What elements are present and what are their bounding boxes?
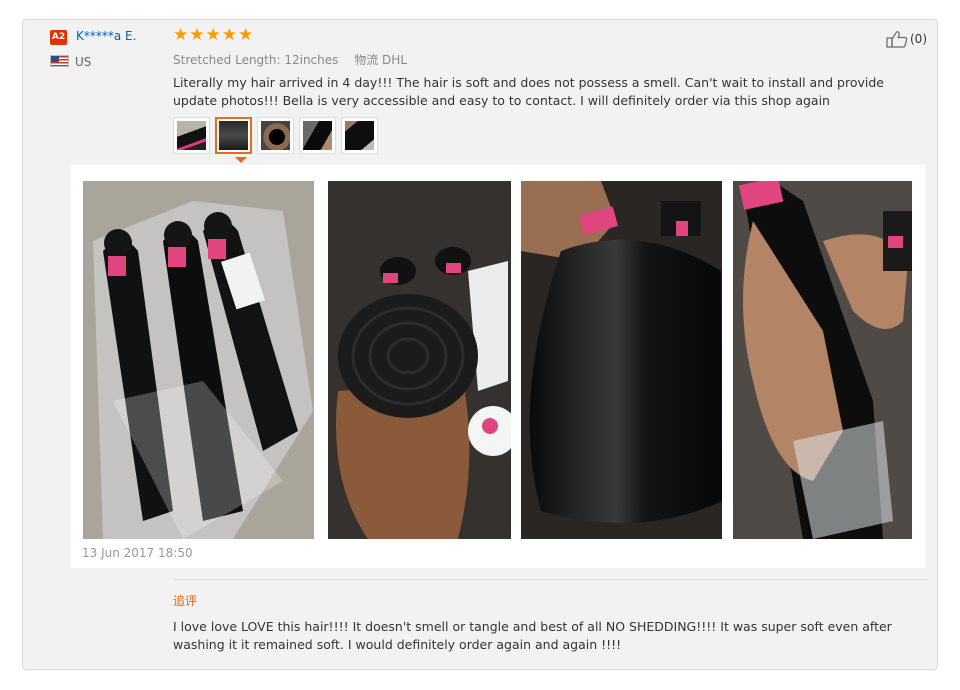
review-photo[interactable]	[733, 181, 912, 539]
review-date: 13 Jun 2017 18:50	[82, 546, 193, 560]
review-photo[interactable]	[328, 181, 511, 539]
buyer-country: US	[75, 55, 92, 69]
stretched-length: Stretched Length: 12inches	[173, 53, 339, 67]
photo-thumbnail[interactable]	[173, 117, 210, 154]
thumbnail-pointer-icon	[235, 157, 247, 163]
photo-thumbnail[interactable]	[341, 117, 378, 154]
buyer-name-link[interactable]: K*****a E.	[76, 29, 136, 43]
followup-label: 追评	[173, 594, 198, 608]
photo-thumbnail[interactable]	[257, 117, 294, 154]
photo-thumbnail[interactable]	[299, 117, 336, 154]
buyer-level-badge: A2	[50, 30, 67, 45]
photo-gallery: 13 Jun 2017 18:50	[70, 165, 925, 568]
photo-thumbnail-selected[interactable]	[215, 117, 252, 154]
followup-divider	[173, 579, 928, 580]
followup-text: I love love LOVE this hair!!!! It doesn'…	[173, 619, 892, 652]
shipping-method: 物流 DHL	[354, 53, 407, 67]
purchase-attributes: Stretched Length: 12inches 物流 DHL	[173, 51, 407, 68]
photo-thumbnails	[173, 117, 378, 154]
us-flag-icon	[50, 55, 69, 67]
thumbs-up-icon	[886, 31, 908, 48]
helpful-count: (0)	[910, 32, 927, 46]
review-card: A2 K*****a E. US ★★★★★ Stretched Length:…	[22, 19, 938, 670]
helpful-button[interactable]: (0)	[886, 30, 927, 48]
review-photo[interactable]	[83, 181, 314, 539]
review-text: Literally my hair arrived in 4 day!!! Th…	[173, 75, 884, 108]
review-photo[interactable]	[521, 181, 722, 539]
rating-stars: ★★★★★	[173, 25, 255, 45]
